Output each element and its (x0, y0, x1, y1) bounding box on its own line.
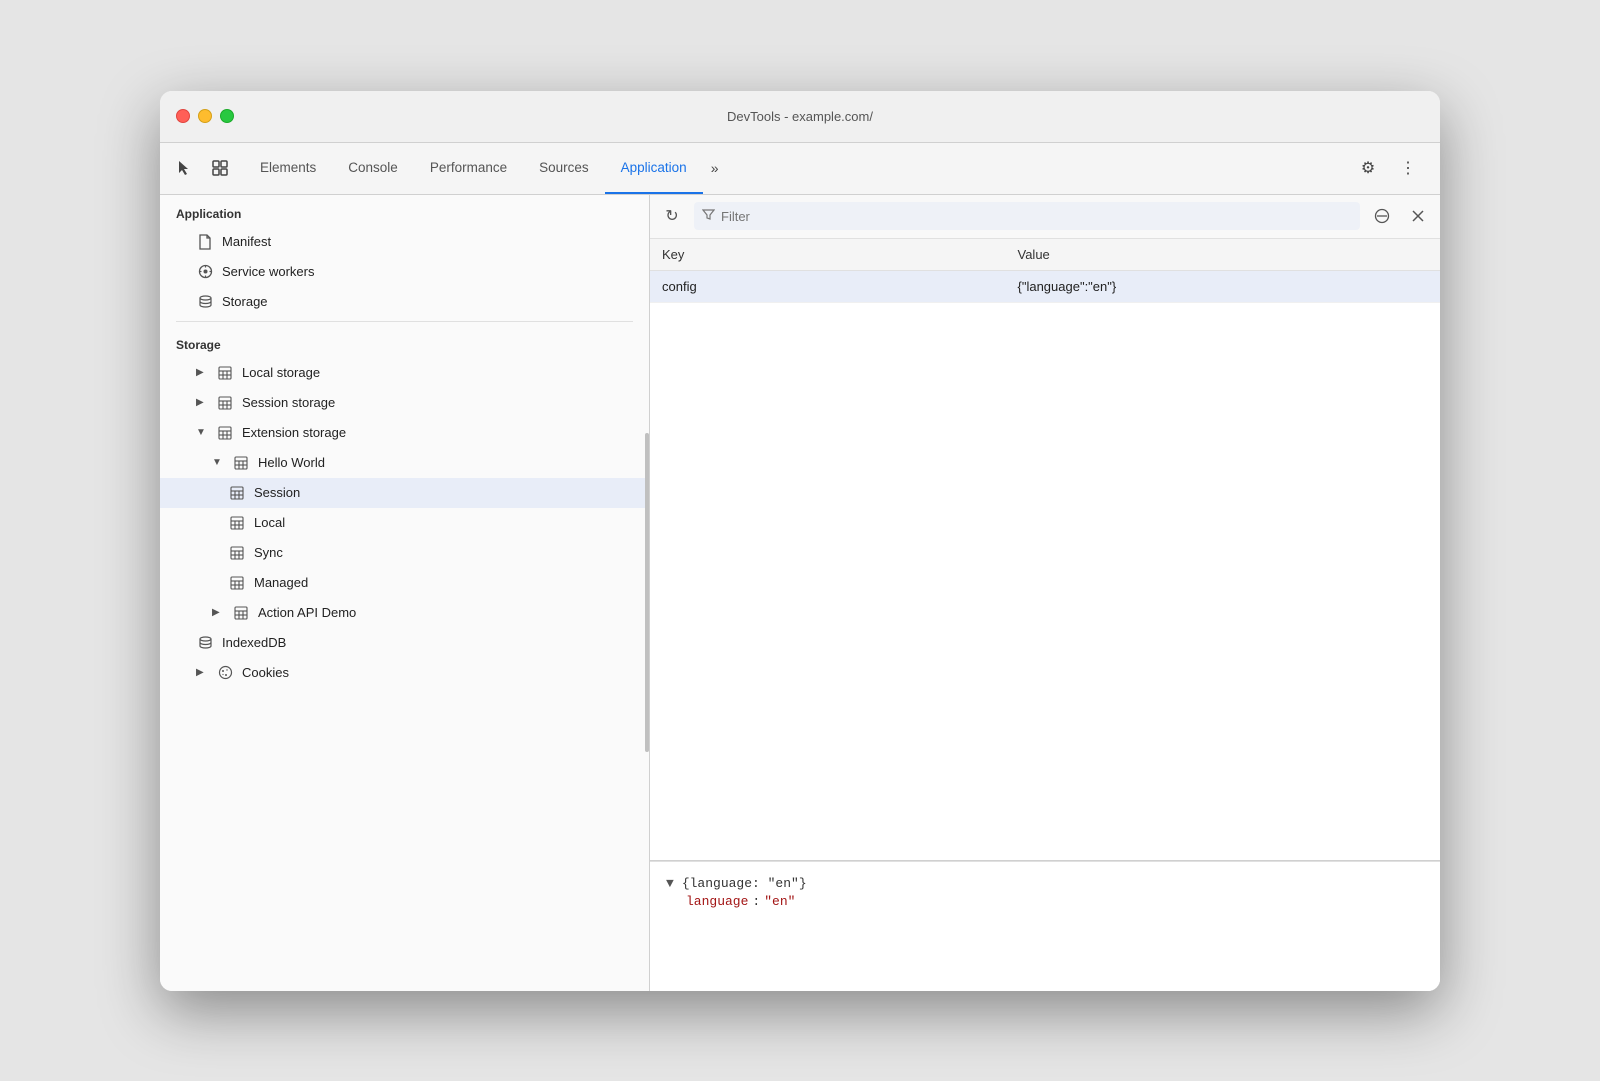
table-header: Key Value (650, 239, 1440, 271)
application-section-header: Application (160, 195, 649, 227)
cookies-arrow: ▶ (196, 667, 208, 678)
maximize-button[interactable] (220, 109, 234, 123)
action-api-demo-icon (232, 604, 250, 622)
sidebar-item-manifest[interactable]: Manifest (160, 227, 649, 257)
sidebar-item-session[interactable]: Session (160, 478, 649, 508)
service-workers-icon (196, 263, 214, 281)
filter-funnel-icon (702, 208, 715, 224)
session-storage-icon (216, 394, 234, 412)
minimize-button[interactable] (198, 109, 212, 123)
extension-storage-arrow: ▼ (196, 427, 208, 438)
filter-input[interactable] (721, 209, 1352, 224)
tab-performance[interactable]: Performance (414, 143, 523, 194)
sidebar: Application Manifest (160, 195, 650, 991)
sidebar-divider (176, 321, 633, 322)
extension-storage-icon (216, 424, 234, 442)
window-title: DevTools - example.com/ (727, 109, 873, 124)
filter-input-wrap (694, 202, 1360, 230)
local-icon (228, 514, 246, 532)
sidebar-item-local[interactable]: Local (160, 508, 649, 538)
detail-object-label: {language: "en"} (682, 874, 807, 895)
sidebar-item-local-storage[interactable]: ▶ Local storage (160, 358, 649, 388)
inspect-icon (211, 159, 229, 177)
cursor-icon-button[interactable] (168, 152, 200, 184)
detail-panel: ▼ {language: "en"} language : "en" (650, 861, 1440, 991)
cookies-icon (216, 664, 234, 682)
tab-console[interactable]: Console (332, 143, 414, 194)
sidebar-item-cookies[interactable]: ▶ Cookies (160, 658, 649, 688)
toolbar: Elements Console Performance Sources App… (160, 143, 1440, 195)
sidebar-item-action-api-demo[interactable]: ▶ Action API Demo (160, 598, 649, 628)
session-icon (228, 484, 246, 502)
local-storage-arrow: ▶ (196, 367, 208, 378)
sync-icon (228, 544, 246, 562)
sidebar-scrollbar[interactable] (643, 195, 649, 991)
table-row[interactable]: config {"language":"en"} (650, 270, 1440, 302)
data-table: Key Value config {"language":"en"} (650, 239, 1440, 303)
indexeddb-icon (196, 634, 214, 652)
inspect-icon-button[interactable] (204, 152, 236, 184)
detail-property-line: language : "en" (666, 894, 1424, 909)
sidebar-item-extension-storage[interactable]: ▼ Extension storage (160, 418, 649, 448)
clear-filter-button[interactable] (1368, 202, 1396, 230)
storage-section-header: Storage (160, 326, 649, 358)
close-button[interactable] (176, 109, 190, 123)
more-options-button[interactable]: ⋮ (1392, 152, 1424, 184)
more-tabs-button[interactable]: » (703, 143, 727, 194)
table-cell-key: config (650, 270, 1006, 302)
sidebar-item-sync[interactable]: Sync (160, 538, 649, 568)
sidebar-scrollbar-thumb[interactable] (645, 433, 649, 751)
sidebar-item-storage[interactable]: Storage (160, 287, 649, 317)
action-api-demo-arrow: ▶ (212, 607, 224, 618)
sidebar-item-indexeddb[interactable]: IndexedDB (160, 628, 649, 658)
tab-application[interactable]: Application (605, 143, 703, 194)
hello-world-icon (232, 454, 250, 472)
main-panel: ↻ (650, 195, 1440, 991)
close-icon (1411, 209, 1425, 223)
close-filter-button[interactable] (1404, 202, 1432, 230)
no-entry-icon (1374, 208, 1390, 224)
sidebar-item-hello-world[interactable]: ▼ Hello World (160, 448, 649, 478)
sidebar-item-managed[interactable]: Managed (160, 568, 649, 598)
settings-button[interactable]: ⚙ (1352, 152, 1384, 184)
filter-bar: ↻ (650, 195, 1440, 239)
toolbar-right: ⚙ ⋮ (1352, 152, 1432, 184)
storage-icon (196, 293, 214, 311)
refresh-button[interactable]: ↻ (658, 202, 686, 230)
detail-property-key: language (686, 894, 748, 909)
key-column-header: Key (650, 239, 1006, 271)
data-table-container: Key Value config {"language":"en"} (650, 239, 1440, 861)
session-storage-arrow: ▶ (196, 397, 208, 408)
detail-expand-arrow[interactable]: ▼ (666, 874, 674, 895)
devtools-window: DevTools - example.com/ Elements (160, 91, 1440, 991)
tab-sources[interactable]: Sources (523, 143, 605, 194)
title-bar: DevTools - example.com/ (160, 91, 1440, 143)
detail-property-colon: : (752, 894, 760, 909)
traffic-lights (176, 109, 234, 123)
value-column-header: Value (1006, 239, 1441, 271)
managed-icon (228, 574, 246, 592)
content-area: Application Manifest (160, 195, 1440, 991)
sidebar-item-service-workers[interactable]: Service workers (160, 257, 649, 287)
local-storage-icon (216, 364, 234, 382)
detail-object-line: ▼ {language: "en"} (666, 874, 1424, 895)
nav-tabs: Elements Console Performance Sources App… (244, 143, 1352, 194)
hello-world-arrow: ▼ (212, 457, 224, 468)
table-body: config {"language":"en"} (650, 270, 1440, 302)
tab-elements[interactable]: Elements (244, 143, 332, 194)
cursor-icon (175, 159, 193, 177)
sidebar-item-session-storage[interactable]: ▶ Session storage (160, 388, 649, 418)
detail-property-value: "en" (764, 894, 795, 909)
table-cell-value: {"language":"en"} (1006, 270, 1441, 302)
toolbar-icon-group (168, 152, 236, 184)
manifest-icon (196, 233, 214, 251)
